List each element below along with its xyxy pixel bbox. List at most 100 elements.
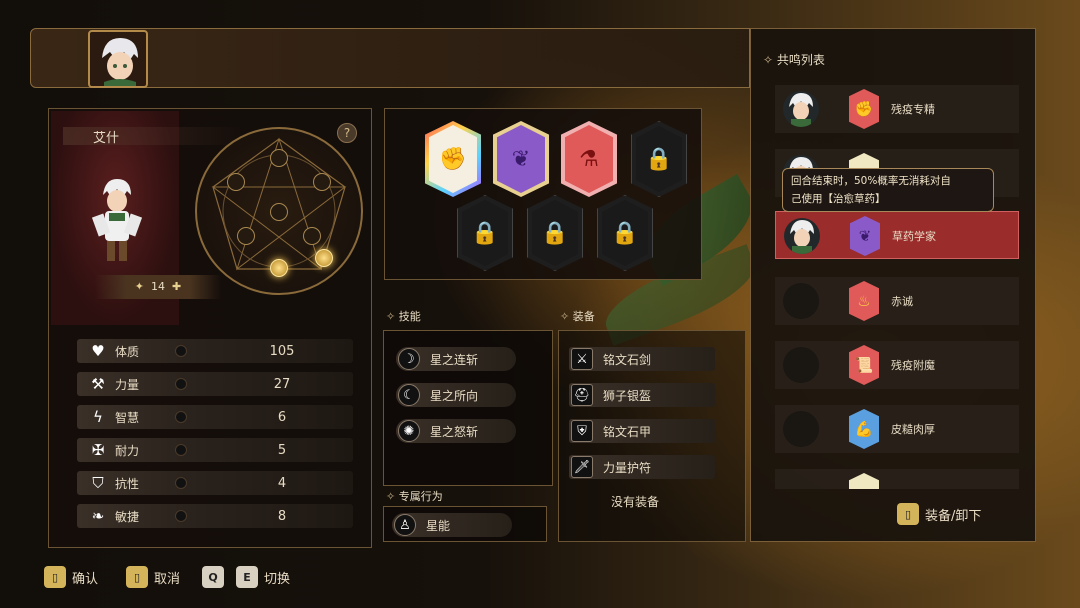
tooltip-line: 己使用【治愈草药】 <box>791 193 886 205</box>
exclusive-box: ♙ 星能 <box>383 506 547 542</box>
stat-label: 力量 <box>115 377 140 392</box>
stat-label: 耐力 <box>115 443 140 458</box>
spiked-ring-icon: ✺ <box>398 420 420 442</box>
stat-value: 5 <box>277 442 287 458</box>
skill-item[interactable]: ☽ 星之连斩 <box>396 347 516 371</box>
constellation-node-active[interactable] <box>237 227 255 245</box>
equipment-empty-text: 没有装备 <box>611 495 660 509</box>
skill-constellation <box>195 127 363 295</box>
stat-socket <box>175 510 187 522</box>
equipment-item[interactable]: ⛑ 狮子银盔 <box>569 383 715 407</box>
q-key[interactable]: Q <box>202 566 224 588</box>
equipment-label: 铭文石甲 <box>603 424 652 439</box>
constellation-node-active[interactable] <box>315 249 333 267</box>
constellation-node[interactable] <box>313 173 331 191</box>
constellation-node-active[interactable] <box>270 259 288 277</box>
cancel-label: 取消 <box>154 571 181 587</box>
resonance-card-slot[interactable]: ❦ <box>493 121 549 197</box>
plus-icon[interactable]: ✚ <box>172 280 181 293</box>
endurance-icon: ✠ <box>91 441 105 459</box>
constellation-node[interactable] <box>270 149 288 167</box>
skill-item[interactable]: ☾ 星之所向 <box>396 383 516 407</box>
hero-portrait[interactable] <box>88 30 148 88</box>
stat-label: 敏捷 <box>115 509 140 524</box>
resonance-item-partial[interactable] <box>775 469 1019 489</box>
resonance-label: 皮糙肉厚 <box>891 423 935 436</box>
equip-unequip-label: 装备/卸下 <box>925 508 982 524</box>
resonance-label: 残疫附魔 <box>891 359 935 372</box>
arm-icon: ✊ <box>429 125 477 193</box>
stat-row: ⛉ 抗性 4 <box>77 471 353 495</box>
resonance-panel: 共鸣列表 ✊ 残疫专精 ❦ 草药学家 ♨ 赤诚 📜 残疫附魔 💪 皮糙肉厚 ▯ … <box>750 28 1036 542</box>
card-slots-panel: ✊ ❦ ⚗ 🔒 🔒 🔒 🔒 <box>384 108 702 280</box>
constellation-node[interactable] <box>227 173 245 191</box>
axe-icon: ⚒ <box>91 375 105 393</box>
skills-box: ☽ 星之连斩 ☾ 星之所向 ✺ 星之怒斩 <box>383 330 553 486</box>
resonance-item[interactable]: ♨ 赤诚 <box>775 277 1019 325</box>
constellation-node[interactable] <box>303 227 321 245</box>
equipment-item[interactable]: 🗡 力量护符 <box>569 455 715 479</box>
stat-label: 抗性 <box>115 476 140 491</box>
mouse-icon: ▯ <box>897 503 919 525</box>
stat-label: 智慧 <box>115 410 140 425</box>
skill-label: 星之所向 <box>430 388 479 403</box>
hero-sprite <box>91 179 143 261</box>
tooltip-line: 回合结束时，50%概率无消耗对自 <box>791 175 951 187</box>
confirm-button[interactable]: ▯ 确认 <box>44 566 98 588</box>
stat-row: ♥ 体质 105 <box>77 339 353 363</box>
lock-icon: 🔒 <box>532 200 578 266</box>
resonance-card-slot[interactable]: ✊ <box>425 121 481 197</box>
shield-bolt-icon: ⛉ <box>92 474 104 492</box>
cancel-button[interactable]: ▯ 取消 <box>126 566 180 588</box>
resonance-label: 草药学家 <box>892 230 936 243</box>
stat-value: 27 <box>273 376 291 392</box>
crescent-slash-icon: ☽ <box>398 348 420 370</box>
skill-label: 星之怒斩 <box>430 424 479 439</box>
exclusive-action-item[interactable]: ♙ 星能 <box>392 513 512 537</box>
e-key[interactable]: E <box>236 566 258 588</box>
resonance-item-selected[interactable]: ❦ 草药学家 <box>775 211 1019 259</box>
exclusive-action-label: 星能 <box>426 518 451 533</box>
equipment-label: 铭文石剑 <box>603 352 652 367</box>
switch-control[interactable]: Q E 切换 <box>202 566 290 588</box>
scroll-icon: 📜 <box>849 345 879 385</box>
potion-icon: ⚗ <box>565 125 613 193</box>
stat-value: 8 <box>277 508 287 524</box>
exclusive-header: 专属行为 <box>386 488 443 504</box>
resonance-label: 赤诚 <box>891 295 913 308</box>
equipment-box: ⚔ 铭文石剑 ⛑ 狮子银盔 ⛨ 铭文石甲 🗡 力量护符 没有装备 <box>558 330 746 542</box>
herb-leaf-icon: ❦ <box>850 216 880 256</box>
confirm-label: 确认 <box>72 571 99 587</box>
stat-label: 体质 <box>115 344 140 359</box>
locked-card-slot: 🔒 <box>631 121 687 197</box>
stat-socket <box>175 444 187 456</box>
skill-item[interactable]: ✺ 星之怒斩 <box>396 419 516 443</box>
sword-icon: ⚔ <box>571 348 593 370</box>
equipment-item[interactable]: ⚔ 铭文石剑 <box>569 347 715 371</box>
lock-icon: 🔒 <box>462 200 508 266</box>
skills-header: 技能 <box>386 308 421 324</box>
stat-socket <box>175 378 187 390</box>
lock-icon: 🔒 <box>602 200 648 266</box>
stat-value: 6 <box>277 409 287 425</box>
arm-icon: ✊ <box>849 89 879 129</box>
resonance-card-slot[interactable]: ⚗ <box>561 121 617 197</box>
flame-icon: ♨ <box>849 281 879 321</box>
equipment-item[interactable]: ⛨ 铭文石甲 <box>569 419 715 443</box>
helmet-icon: ⛑ <box>571 384 593 406</box>
star-icon: ✦ <box>134 280 144 293</box>
switch-label: 切换 <box>264 571 291 587</box>
resonance-item[interactable]: ✊ 残疫专精 <box>775 85 1019 133</box>
equip-unequip-button[interactable]: ▯ 装备/卸下 <box>897 503 981 525</box>
resonance-item[interactable]: 💪 皮糙肉厚 <box>775 405 1019 453</box>
hero-panel: 艾什 ? ✦ 14 ✚ ♥ 体质 105 ⚒ 力量 27 ϟ 智慧 6 ✠ 耐力 5 ⛉ 抗性 4 … <box>48 108 372 548</box>
locked-card-slot: 🔒 <box>527 195 583 271</box>
mouse-left-icon: ▯ <box>44 566 66 588</box>
herb-leaf-icon: ❦ <box>497 125 545 193</box>
stat-row: ❧ 敏捷 8 <box>77 504 353 528</box>
constellation-node[interactable] <box>270 203 288 221</box>
resonance-header: 共鸣列表 <box>763 51 825 68</box>
skill-label: 星之连斩 <box>430 352 479 367</box>
equipment-label: 力量护符 <box>603 460 652 475</box>
resonance-item[interactable]: 📜 残疫附魔 <box>775 341 1019 389</box>
